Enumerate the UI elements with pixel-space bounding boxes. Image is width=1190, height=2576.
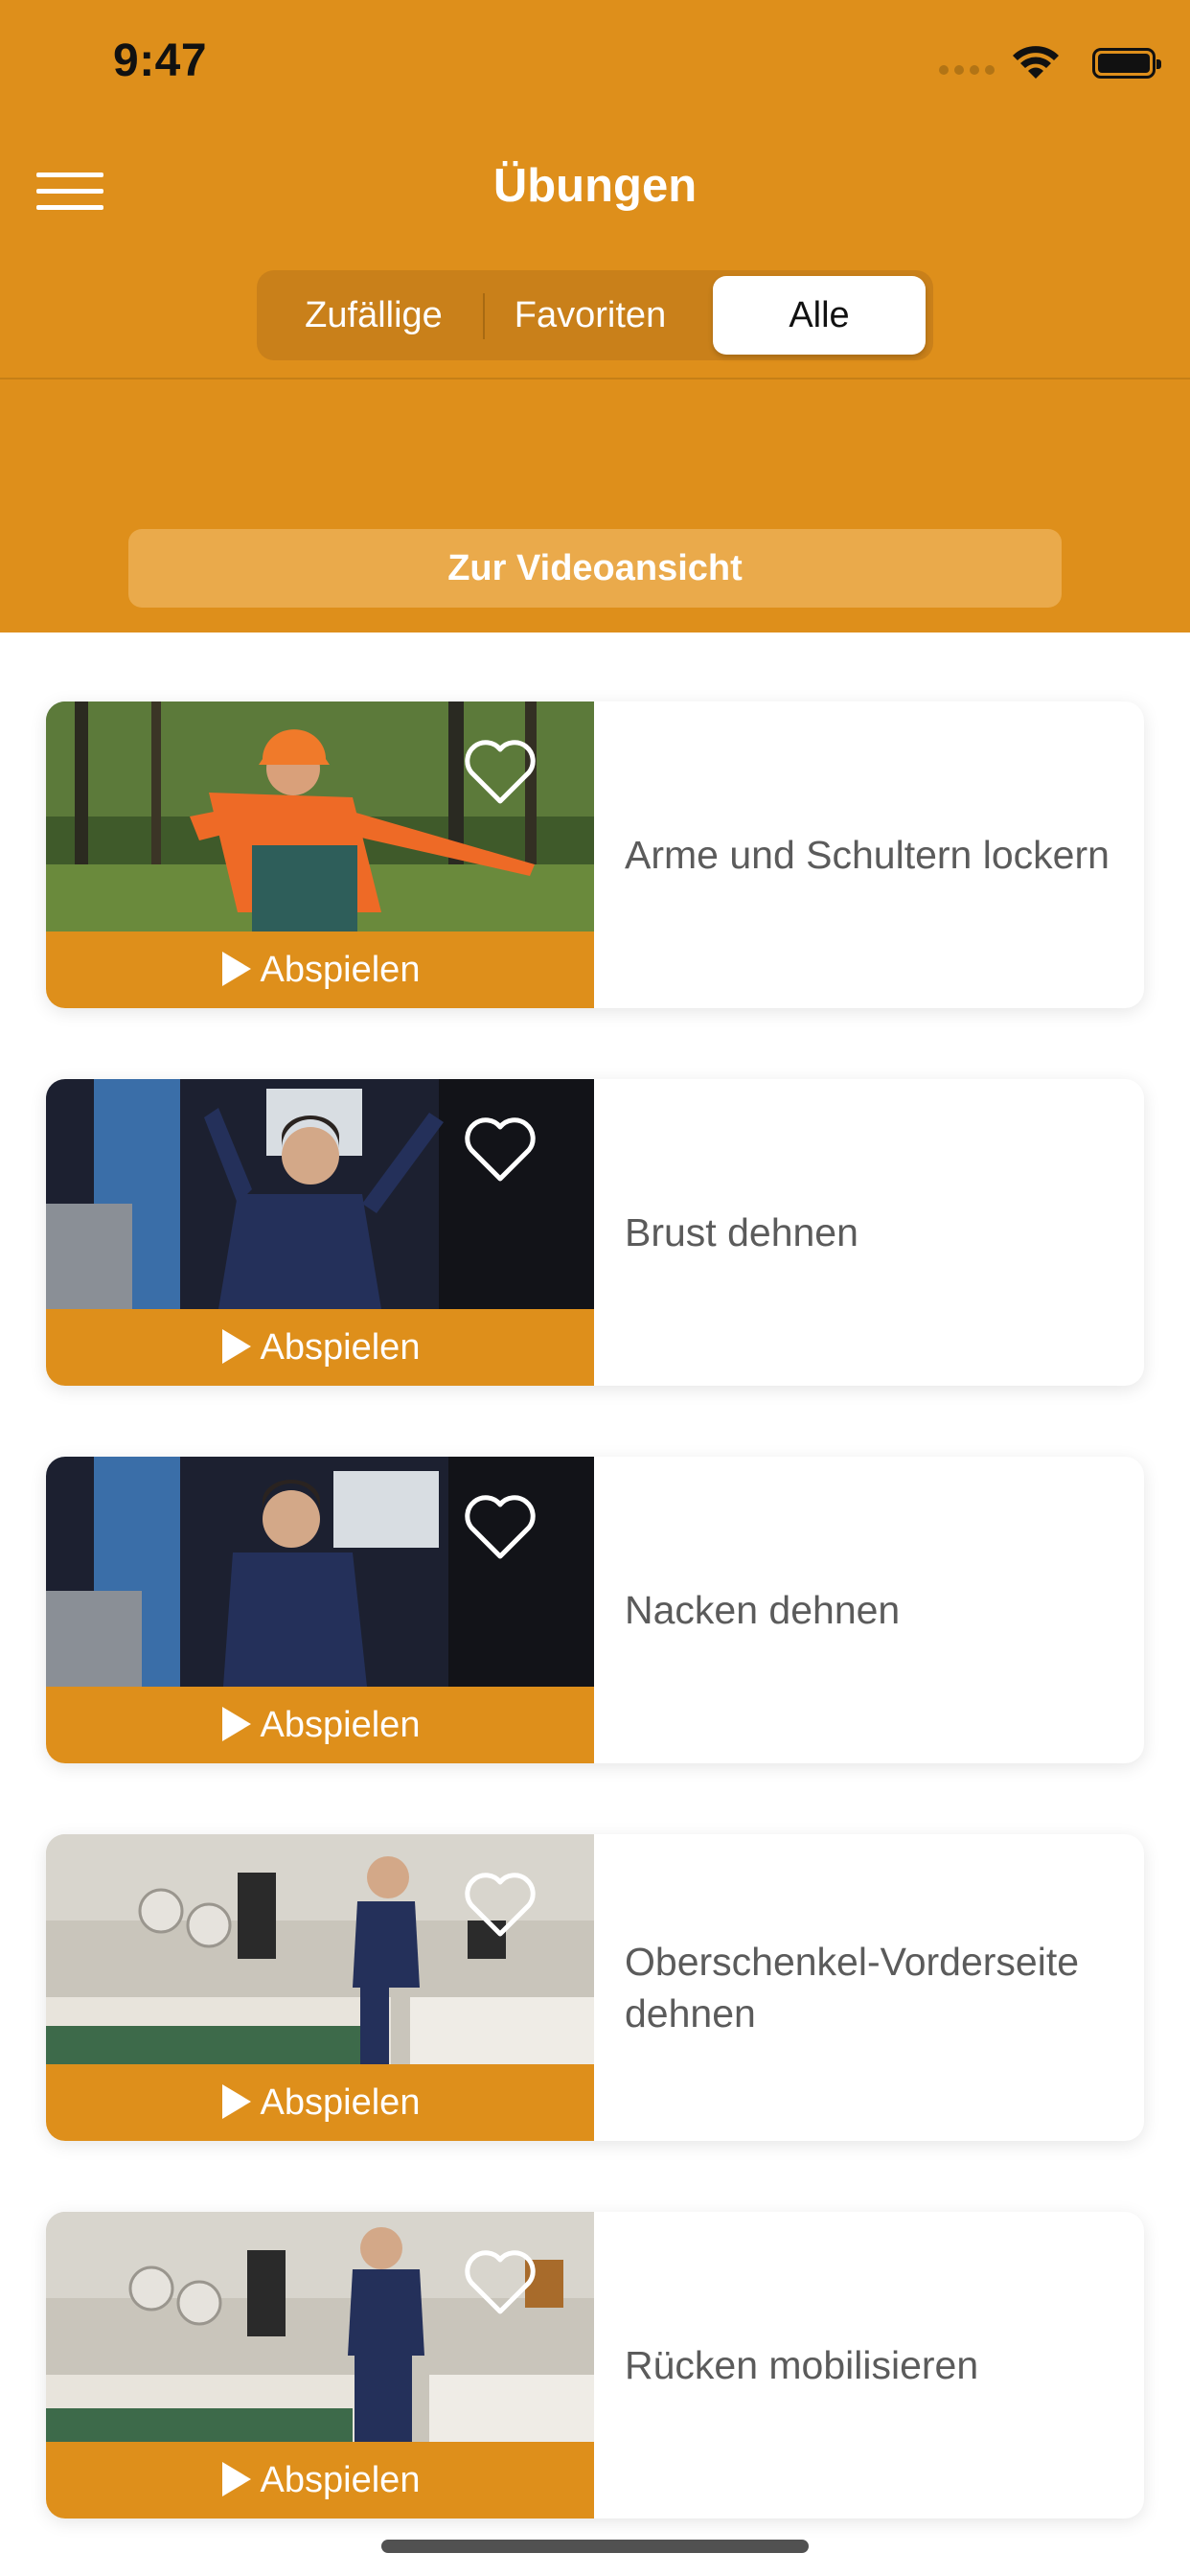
video-view-button[interactable]: Zur Videoansicht: [128, 529, 1062, 608]
play-icon: [221, 2461, 251, 2496]
header-divider: [0, 378, 1190, 380]
play-button[interactable]: Abspielen: [46, 932, 594, 1008]
exercise-card[interactable]: Abspielen Arme und Schultern lockern: [46, 702, 1144, 1008]
app-header: 9:47 Übungen Zufällige Favoriten Alle Zu…: [0, 0, 1190, 632]
play-label: Abspielen: [260, 1705, 421, 1745]
play-button[interactable]: Abspielen: [46, 2442, 594, 2518]
favorite-heart-icon[interactable]: [462, 1871, 538, 1940]
video-thumbnail[interactable]: [46, 2212, 594, 2442]
favorite-heart-icon[interactable]: [462, 2248, 538, 2317]
segment-all[interactable]: Alle: [713, 276, 926, 355]
play-button[interactable]: Abspielen: [46, 1309, 594, 1386]
exercise-card[interactable]: Abspielen Brust dehnen: [46, 1079, 1144, 1386]
exercise-title: Arme und Schultern lockern: [625, 833, 1110, 877]
video-thumbnail[interactable]: [46, 1834, 594, 2064]
filter-segmented-control: Zufällige Favoriten Alle: [257, 270, 933, 360]
favorite-heart-icon[interactable]: [462, 1116, 538, 1184]
play-button[interactable]: Abspielen: [46, 2064, 594, 2141]
segment-favorites[interactable]: Favoriten: [485, 276, 696, 355]
exercise-title: Brust dehnen: [625, 1210, 858, 1254]
exercise-card[interactable]: Abspielen Nacken dehnen: [46, 1457, 1144, 1763]
video-thumbnail[interactable]: [46, 702, 594, 932]
favorite-heart-icon[interactable]: [462, 738, 538, 807]
favorite-heart-icon[interactable]: [462, 1493, 538, 1562]
cellular-signal-icon: [939, 65, 995, 75]
battery-icon: [1092, 48, 1161, 79]
status-time: 9:47: [113, 35, 208, 86]
play-label: Abspielen: [260, 1327, 421, 1368]
video-thumbnail[interactable]: [46, 1079, 594, 1309]
exercise-card[interactable]: Abspielen Oberschenkel-Vorderseite dehne…: [46, 1834, 1144, 2141]
segment-random[interactable]: Zufällige: [264, 276, 483, 355]
exercise-card[interactable]: Abspielen Rücken mobilisieren: [46, 2212, 1144, 2518]
play-label: Abspielen: [260, 2460, 421, 2500]
exercise-title: Nacken dehnen: [625, 1588, 901, 1632]
wifi-icon: [1013, 46, 1059, 79]
home-indicator[interactable]: [381, 2540, 809, 2553]
play-icon: [221, 2083, 251, 2119]
play-label: Abspielen: [260, 950, 421, 990]
play-icon: [221, 1328, 251, 1364]
page-title: Übungen: [492, 160, 698, 212]
play-label: Abspielen: [260, 2082, 421, 2123]
play-icon: [221, 1706, 251, 1741]
video-thumbnail[interactable]: [46, 1457, 594, 1687]
exercise-title: Rücken mobilisieren: [625, 2343, 979, 2387]
exercise-title: Oberschenkel-Vorderseite dehnen: [625, 1940, 1080, 2036]
play-icon: [221, 951, 251, 986]
play-button[interactable]: Abspielen: [46, 1687, 594, 1763]
